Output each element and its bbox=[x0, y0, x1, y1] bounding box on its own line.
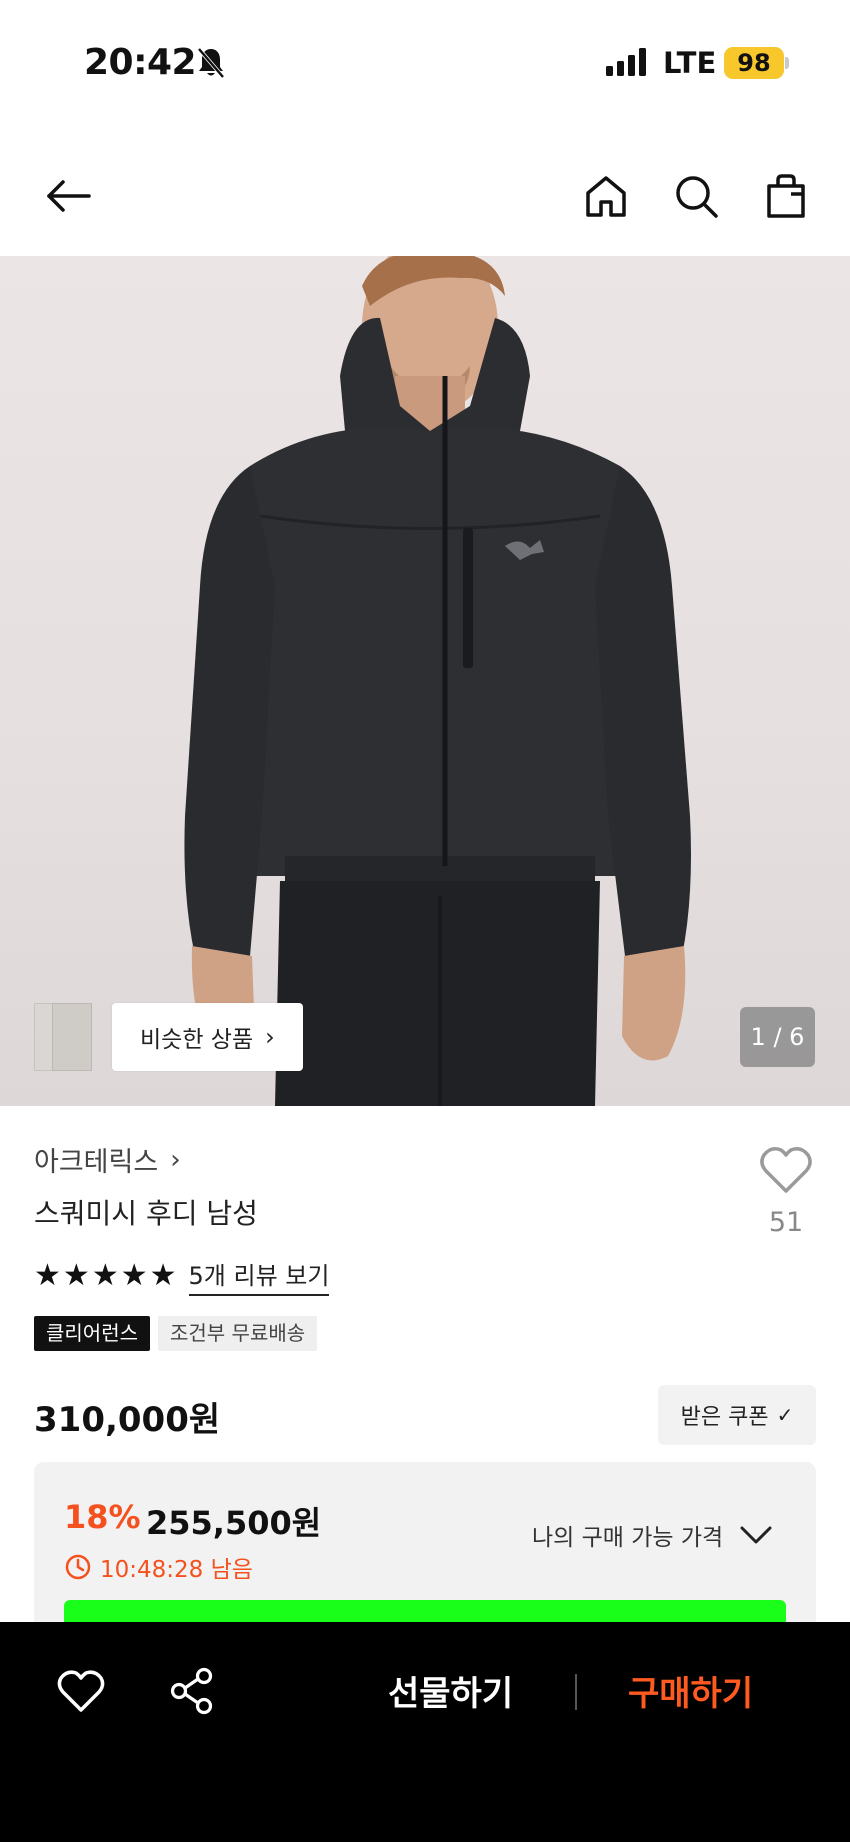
product-photo bbox=[184, 256, 691, 1106]
brand-link[interactable]: 아크테릭스 › bbox=[34, 1140, 181, 1179]
clock-icon bbox=[65, 1554, 91, 1580]
product-image[interactable]: 비슷한 상품 › 1 / 6 bbox=[0, 256, 850, 1106]
star-icon: ★ bbox=[91, 1258, 119, 1293]
battery-nub bbox=[785, 57, 789, 69]
timer-text: 10:48:28 남음 bbox=[100, 1557, 253, 1583]
my-price-toggle[interactable]: 나의 구매 가능 가격 bbox=[532, 1518, 773, 1552]
product-name: 스쿼미시 후디 남성 bbox=[34, 1197, 258, 1230]
star-icon: ★ bbox=[34, 1258, 61, 1293]
similar-label: 비슷한 상품 bbox=[140, 1027, 254, 1053]
home-icon bbox=[586, 176, 626, 217]
chevron-right-icon: › bbox=[170, 1144, 181, 1175]
status-time: 20:42 bbox=[84, 42, 197, 83]
wish-count: 51 bbox=[768, 1207, 804, 1238]
chevron-down-icon bbox=[740, 1526, 772, 1544]
tag-free-shipping: 조건부 무료배송 bbox=[158, 1316, 318, 1351]
arrow-left-icon bbox=[47, 180, 91, 212]
tag-clearance: 클리어런스 bbox=[34, 1316, 150, 1351]
original-price: 310,000원 bbox=[34, 1400, 221, 1440]
buy-button[interactable]: 구매하기 bbox=[628, 1666, 753, 1715]
cart-button[interactable] bbox=[758, 168, 814, 224]
similar-thumbnails bbox=[34, 1003, 92, 1071]
wishlist-button[interactable]: 51 bbox=[756, 1145, 816, 1238]
heart-icon bbox=[760, 1147, 812, 1193]
signal-icon bbox=[606, 48, 646, 76]
discount-price: 255,500원 bbox=[146, 1504, 322, 1542]
search-button[interactable] bbox=[668, 168, 724, 224]
back-button[interactable] bbox=[40, 168, 96, 224]
product-tags: 클리어런스 조건부 무료배송 bbox=[34, 1316, 318, 1351]
nav-bar bbox=[0, 150, 850, 255]
deal-timer: 10:48:28 남음 bbox=[64, 1550, 253, 1584]
gift-button[interactable]: 선물하기 bbox=[388, 1666, 513, 1715]
home-button[interactable] bbox=[578, 168, 634, 224]
similar-thumb bbox=[52, 1003, 92, 1071]
star-icon: ★ bbox=[149, 1258, 177, 1293]
my-price-label: 나의 구매 가능 가격 bbox=[532, 1525, 724, 1551]
status-bar: 20:42 LTE 98 bbox=[0, 0, 850, 125]
search-icon bbox=[676, 176, 718, 218]
battery-indicator: 98 bbox=[724, 47, 784, 79]
review-link[interactable]: 5개 리뷰 보기 bbox=[188, 1256, 330, 1296]
rating-row: ★ ★ ★ ★ ★ 5개 리뷰 보기 bbox=[34, 1256, 330, 1296]
chevron-right-icon: › bbox=[265, 1023, 275, 1051]
rating-stars: ★ ★ ★ ★ ★ bbox=[34, 1261, 177, 1291]
similar-label-box: 비슷한 상품 › bbox=[112, 1003, 303, 1071]
star-icon: ★ bbox=[120, 1258, 148, 1293]
shopping-bag-icon bbox=[767, 174, 805, 218]
coupon-button[interactable]: 받은 쿠폰 ✓ bbox=[658, 1385, 816, 1445]
similar-products-button[interactable]: 비슷한 상품 › bbox=[34, 1003, 303, 1071]
share-icon[interactable] bbox=[168, 1666, 216, 1716]
bottom-action-bar: 선물하기 구매하기 bbox=[0, 1622, 850, 1842]
coupon-label: 받은 쿠폰 bbox=[680, 1405, 769, 1430]
check-icon: ✓ bbox=[776, 1403, 794, 1427]
heart-icon[interactable] bbox=[56, 1668, 106, 1714]
brand-name: 아크테릭스 bbox=[34, 1147, 159, 1178]
star-icon: ★ bbox=[62, 1258, 90, 1293]
divider bbox=[575, 1674, 577, 1710]
discount-rate: 18% bbox=[64, 1498, 141, 1536]
bell-off-icon bbox=[197, 47, 225, 79]
image-counter: 1 / 6 bbox=[740, 1007, 815, 1067]
network-type: LTE bbox=[663, 46, 717, 80]
